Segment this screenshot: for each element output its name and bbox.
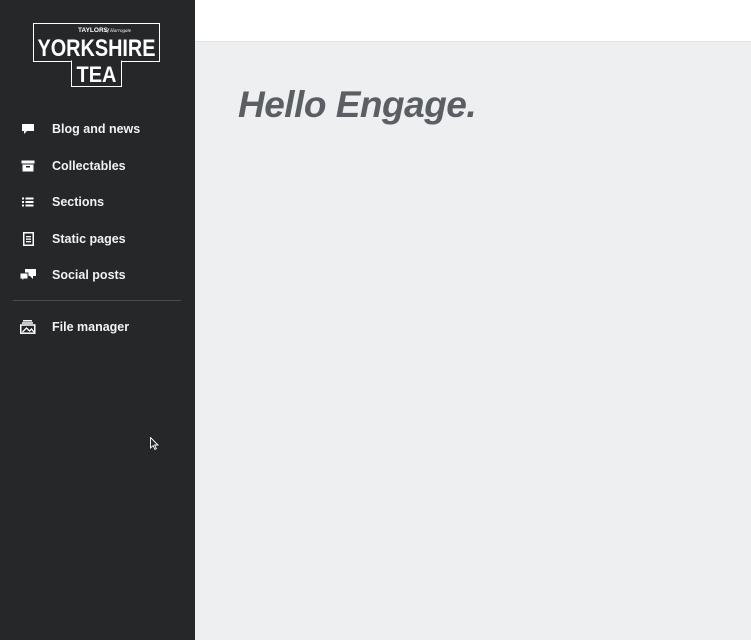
speech-bubble-icon — [20, 121, 36, 137]
sidebar-item-label: Social posts — [52, 268, 126, 283]
sidebar-nav: Blog and news Collectables Sections Stat… — [0, 111, 195, 294]
sidebar-item-static-pages[interactable]: Static pages — [0, 221, 195, 258]
sidebar: TAYLORS of Harrogate YORKSHIRE TEA Blog … — [0, 0, 195, 640]
logo-text-yorkshire: YORKSHIRE — [38, 35, 156, 62]
logo-graphic: TAYLORS of Harrogate YORKSHIRE TEA — [33, 23, 160, 87]
top-bar — [195, 0, 751, 42]
sidebar-item-label: Blog and news — [52, 122, 141, 137]
sidebar-divider — [13, 300, 181, 301]
sidebar-item-sections[interactable]: Sections — [0, 184, 195, 221]
page-title: Hello Engage. — [238, 84, 477, 125]
sidebar-secondary-nav: File manager — [0, 309, 195, 346]
sidebar-item-collectables[interactable]: Collectables — [0, 148, 195, 185]
archive-box-icon — [20, 158, 36, 174]
document-icon — [20, 231, 36, 247]
sidebar-item-social-posts[interactable]: Social posts — [0, 257, 195, 294]
logo-text-harrogate: of Harrogate — [105, 29, 132, 34]
yorkshire-tea-logo[interactable]: TAYLORS of Harrogate YORKSHIRE TEA — [33, 23, 160, 87]
file-manager-icon — [20, 319, 36, 335]
list-icon — [20, 194, 36, 210]
sidebar-item-label: Collectables — [52, 158, 126, 173]
sidebar-item-file-manager[interactable]: File manager — [0, 309, 195, 346]
chat-bubbles-icon — [20, 267, 36, 283]
mouse-pointer-icon — [150, 436, 160, 455]
logo-text-tea: TEA — [77, 62, 117, 87]
sidebar-item-label: File manager — [52, 320, 130, 335]
sidebar-item-blog-and-news[interactable]: Blog and news — [0, 111, 195, 148]
sidebar-item-label: Static pages — [52, 231, 126, 246]
sidebar-item-label: Sections — [52, 195, 105, 210]
